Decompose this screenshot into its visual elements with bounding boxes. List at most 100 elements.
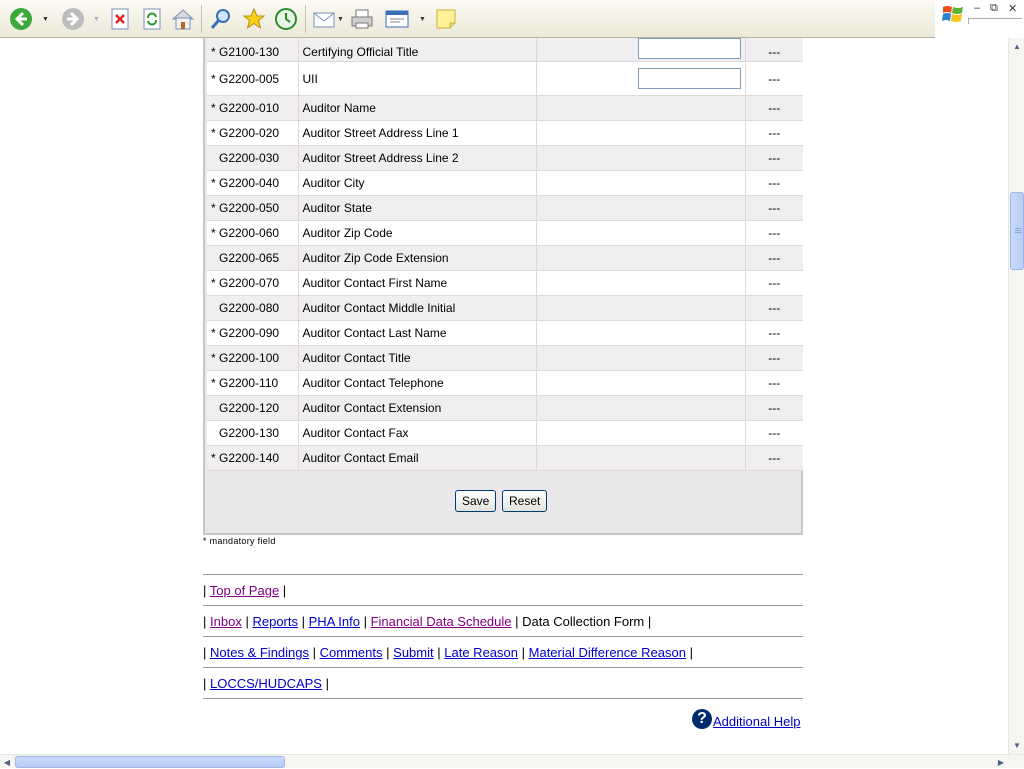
nav-separator: |: [203, 583, 207, 598]
field-status: ---: [745, 220, 803, 246]
field-status: ---: [745, 320, 803, 346]
field-status: ---: [745, 270, 803, 296]
restore-icon[interactable]: ⧉: [990, 2, 998, 15]
nav-separator: |: [363, 614, 367, 629]
table-row: * G2200-070 Auditor Contact First Name ---: [207, 270, 803, 296]
scroll-left-icon[interactable]: ◀: [0, 755, 14, 769]
field-code: * G2200-100: [207, 345, 299, 371]
horizontal-scrollbar[interactable]: ◀ ▶: [0, 754, 1024, 768]
loccs-hudcaps-link[interactable]: LOCCS/HUDCAPS: [210, 676, 322, 691]
nav-row-external: | LOCCS/HUDCAPS |: [203, 676, 329, 691]
notes-icon[interactable]: [433, 6, 459, 32]
field-code: * G2200-110: [207, 370, 299, 396]
table-row: G2200-130 Auditor Contact Fax ---: [207, 420, 803, 446]
edit-icon[interactable]: [385, 6, 411, 32]
field-label: Auditor City: [298, 170, 537, 196]
nav-separator: |: [312, 645, 317, 660]
minimize-icon[interactable]: –: [974, 2, 980, 14]
history-icon[interactable]: [273, 6, 299, 32]
field-code: * G2100-130: [207, 38, 299, 62]
reports-link[interactable]: Reports: [252, 614, 298, 629]
field-label: Auditor Contact Email: [298, 445, 537, 471]
table-row: * G2200-010 Auditor Name ---: [207, 95, 803, 121]
field-code: G2200-080: [207, 295, 299, 321]
divider: [203, 574, 803, 575]
field-label: Auditor State: [298, 195, 537, 221]
material-difference-reason-link[interactable]: Material Difference Reason: [529, 645, 686, 660]
field-status: ---: [745, 395, 803, 421]
field-input-cell: [536, 170, 746, 196]
reset-button[interactable]: Reset: [502, 490, 548, 512]
refresh-icon[interactable]: [139, 6, 165, 32]
stop-icon[interactable]: [107, 6, 133, 32]
top-of-page-link[interactable]: Top of Page: [210, 583, 279, 598]
field-label: Auditor Zip Code Extension: [298, 245, 537, 271]
favorites-icon[interactable]: [241, 6, 267, 32]
field-label: Certifying Official Title: [298, 38, 537, 62]
field-status: ---: [745, 120, 803, 146]
field-label: Auditor Contact Title: [298, 345, 537, 371]
field-code: G2200-030: [207, 145, 299, 171]
mail-dropdown-icon[interactable]: ▼: [337, 16, 344, 23]
table-row: G2200-065 Auditor Zip Code Extension ---: [207, 245, 803, 271]
field-input-cell: [536, 320, 746, 346]
field-code: * G2200-050: [207, 195, 299, 221]
divider: [203, 605, 803, 606]
scroll-down-icon[interactable]: ▼: [1009, 737, 1024, 753]
scroll-right-icon[interactable]: ▶: [994, 755, 1008, 769]
back-dropdown-icon[interactable]: ▼: [42, 16, 49, 23]
inbox-link[interactable]: Inbox: [210, 614, 242, 629]
forward-icon[interactable]: [60, 6, 86, 32]
field-input-cell: [536, 61, 746, 96]
field-code: * G2200-140: [207, 445, 299, 471]
nav-row-main: | Inbox | Reports | PHA Info | Financial…: [203, 614, 651, 629]
additional-help-link[interactable]: Additional Help: [713, 714, 800, 729]
field-code: G2200-130: [207, 420, 299, 446]
field-input-cell: [536, 395, 746, 421]
data-collection-form-panel: * G2100-130 Certifying Official Title --- *…: [203, 38, 803, 535]
pha-info-link[interactable]: PHA Info: [309, 614, 360, 629]
field-label: UII: [298, 61, 537, 96]
field-label: Auditor Contact Extension: [298, 395, 537, 421]
field-code: * G2200-090: [207, 320, 299, 346]
field-input-cell: [536, 270, 746, 296]
vertical-scrollbar[interactable]: ▲ ▼: [1008, 38, 1024, 754]
field-status: ---: [745, 345, 803, 371]
field-input-cell: [536, 295, 746, 321]
notes-findings-link[interactable]: Notes & Findings: [210, 645, 309, 660]
field-status: ---: [745, 95, 803, 121]
save-button[interactable]: Save: [455, 490, 497, 512]
table-row: * G2200-005 UII ---: [207, 61, 803, 96]
late-reason-link[interactable]: Late Reason: [444, 645, 518, 660]
field-input-cell: [536, 95, 746, 121]
vertical-scroll-thumb[interactable]: [1010, 192, 1024, 270]
table-row: G2200-080 Auditor Contact Middle Initial -…: [207, 295, 803, 321]
field-input-cell: [536, 345, 746, 371]
nav-separator: |: [203, 645, 207, 660]
submit-link[interactable]: Submit: [393, 645, 433, 660]
back-icon[interactable]: [8, 6, 34, 32]
horizontal-scroll-thumb[interactable]: [15, 756, 285, 768]
help-icon[interactable]: ?: [692, 709, 712, 729]
home-icon[interactable]: [170, 6, 196, 32]
scroll-up-icon[interactable]: ▲: [1009, 38, 1024, 54]
search-icon[interactable]: [208, 6, 234, 32]
print-icon[interactable]: [349, 6, 375, 32]
nav-separator: |: [301, 614, 306, 629]
field-text-input[interactable]: [637, 68, 741, 89]
edit-dropdown-icon[interactable]: ▼: [419, 16, 426, 23]
field-code: * G2200-060: [207, 220, 299, 246]
close-icon[interactable]: ✕: [1008, 2, 1017, 15]
nav-separator: |: [386, 645, 390, 660]
windows-logo-icon: [942, 6, 963, 22]
nav-row-top: | Top of Page |: [203, 583, 286, 598]
additional-help: ? Additional Help: [692, 709, 800, 729]
table-row: * G2200-110 Auditor Contact Telephone ---: [207, 370, 803, 396]
mail-icon[interactable]: [311, 6, 337, 32]
nav-separator: |: [203, 614, 207, 629]
field-text-input[interactable]: [637, 38, 741, 59]
comments-link[interactable]: Comments: [320, 645, 383, 660]
table-row: * G2200-050 Auditor State ---: [207, 195, 803, 221]
table-row: * G2200-140 Auditor Contact Email ---: [207, 445, 803, 471]
financial-data-schedule-link[interactable]: Financial Data Schedule: [371, 614, 512, 629]
